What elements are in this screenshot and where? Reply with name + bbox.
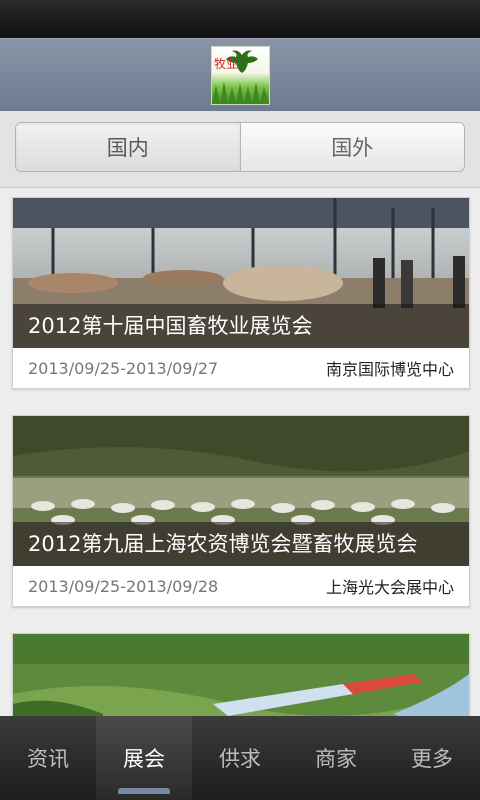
logo-text: 牧业 (214, 57, 239, 71)
exhibition-card[interactable]: 2012第九届上海农资博览会暨畜牧展览会 2013/09/25-2013/09/… (12, 415, 470, 607)
exhibition-venue: 南京国际博览中心 (325, 360, 454, 379)
exhibition-title: 2012第十届中国畜牧业展览会 (13, 304, 469, 348)
nav-exhibitions[interactable]: 展会 (96, 716, 192, 800)
nav-supply-demand[interactable]: 供求 (192, 716, 288, 800)
exhibition-title: 2012第九届上海农资博览会暨畜牧展览会 (13, 522, 469, 566)
exhibition-photo: 2012第十届中国畜牧业展览会 (13, 198, 469, 348)
exhibition-photo (13, 634, 469, 716)
exhibition-meta: 2013/09/25-2013/09/27 南京国际博览中心 (13, 348, 469, 388)
exhibition-card[interactable]: 2012第十届中国畜牧业展览会 2013/09/25-2013/09/27 南京… (12, 197, 470, 389)
exhibition-date: 2013/09/25-2013/09/28 (28, 576, 219, 596)
tab-international[interactable]: 国外 (241, 123, 465, 171)
nav-more[interactable]: 更多 (384, 716, 480, 800)
app-logo: 牧业 (211, 46, 270, 105)
region-tabs-bar: 国内 国外 (0, 111, 480, 188)
bottom-navigation: 资讯 展会 供求 商家 更多 (0, 716, 480, 800)
app-header: 牧业 (0, 38, 480, 112)
nav-news[interactable]: 资讯 (0, 716, 96, 800)
exhibition-date: 2013/09/25-2013/09/27 (28, 358, 219, 378)
tab-domestic[interactable]: 国内 (16, 123, 241, 171)
exhibition-list[interactable]: 2012第十届中国畜牧业展览会 2013/09/25-2013/09/27 南京… (0, 188, 480, 716)
exhibition-venue: 上海光大会展中心 (325, 578, 454, 597)
nav-merchants[interactable]: 商家 (288, 716, 384, 800)
exhibition-photo: 2012第九届上海农资博览会暨畜牧展览会 (13, 416, 469, 566)
status-bar (0, 0, 480, 38)
exhibition-meta: 2013/09/25-2013/09/28 上海光大会展中心 (13, 566, 469, 606)
exhibition-card[interactable] (12, 633, 470, 716)
segmented-control: 国内 国外 (15, 122, 465, 172)
